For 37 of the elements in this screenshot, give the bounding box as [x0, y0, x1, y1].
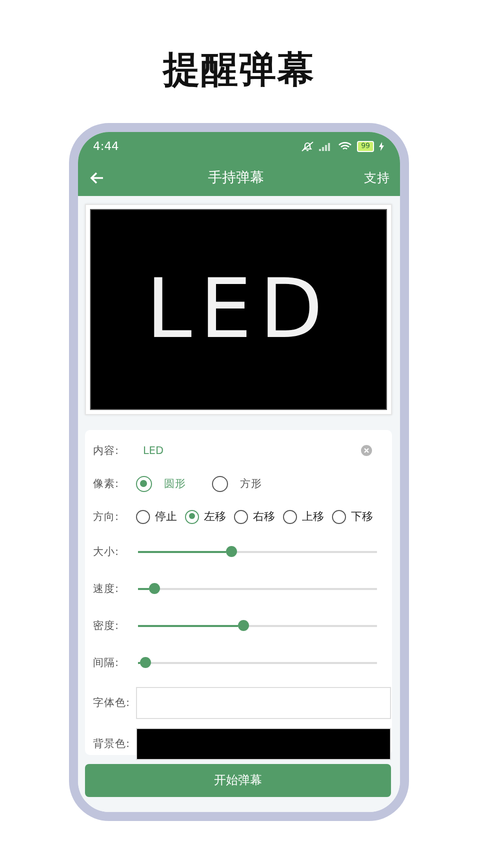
radio-label[interactable]: 下移 — [351, 509, 373, 524]
field-label: 像素: — [93, 476, 120, 490]
field-label: 间隔: — [93, 656, 120, 670]
led-text: LED — [146, 268, 331, 350]
color-swatch[interactable] — [136, 728, 391, 760]
radio-label[interactable]: 方形 — [240, 476, 262, 490]
headline: 提醒弹幕 — [163, 47, 315, 93]
radio-button[interactable] — [283, 510, 297, 524]
radio-button[interactable] — [234, 510, 248, 524]
slider-thumb[interactable] — [149, 583, 160, 594]
radio-button[interactable] — [332, 510, 346, 524]
arrow-left-icon — [90, 172, 104, 184]
radio-label[interactable]: 右移 — [253, 509, 275, 524]
wifi-icon — [338, 141, 352, 151]
bell-off-icon — [301, 140, 314, 152]
field-label: 大小: — [93, 544, 120, 558]
screen-title: 手持弹幕 — [207, 169, 265, 187]
radio-button[interactable] — [212, 476, 228, 492]
field-label: 背景色: — [93, 736, 131, 750]
radio-label[interactable]: 左移 — [204, 509, 226, 524]
status-time: 4:44 — [93, 139, 119, 153]
slider-thumb[interactable] — [140, 657, 151, 668]
field-label: 内容: — [93, 444, 120, 458]
field-label: 密度: — [93, 618, 120, 632]
radio-label[interactable]: 上移 — [302, 509, 324, 524]
field-label: 字体色: — [93, 696, 131, 710]
radio-label[interactable]: 停止 — [155, 509, 177, 524]
radio-button[interactable] — [185, 510, 199, 524]
field-label: 方向: — [93, 510, 120, 524]
color-swatch[interactable] — [136, 686, 391, 718]
charging-icon — [379, 142, 384, 150]
radio-button[interactable] — [136, 476, 152, 492]
field-label: 速度: — [93, 582, 120, 596]
slider-thumb[interactable] — [226, 546, 237, 557]
clear-button[interactable] — [361, 445, 372, 456]
slider-thumb[interactable] — [238, 620, 249, 631]
radio-button[interactable] — [136, 510, 150, 524]
